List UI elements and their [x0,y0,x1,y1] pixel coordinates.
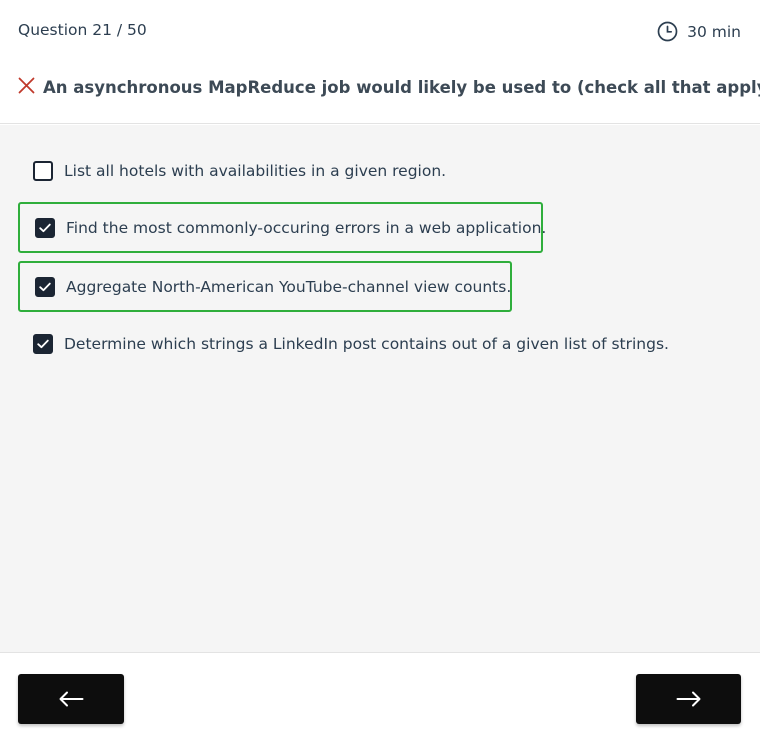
question-text: An asynchronous MapReduce job would like… [43,78,760,97]
question-counter: Question 21 / 50 [18,21,147,39]
option-label: List all hotels with availabilities in a… [64,161,447,180]
option-label: Find the most commonly-occuring errors i… [66,218,547,237]
answer-options: List all hotels with availabilities in a… [0,125,760,653]
question-header: Question 21 / 50 30 min An asynchronous … [0,0,760,124]
check-icon [37,339,49,348]
option-3[interactable]: Aggregate North-American YouTube-channel… [18,261,512,312]
option-label: Aggregate North-American YouTube-channel… [66,277,512,296]
arrow-left-icon [59,691,84,707]
clock-icon [657,21,678,42]
check-icon [39,223,51,232]
arrow-right-icon [676,691,700,707]
checkbox-unchecked[interactable] [33,160,53,181]
navigation-footer [0,654,760,741]
checkbox-checked[interactable] [35,217,55,238]
checkbox-checked[interactable] [33,333,53,354]
timer-label: 30 min [687,22,741,41]
question: An asynchronous MapReduce job would like… [18,77,760,98]
option-4[interactable]: Determine which strings a LinkedIn post … [18,318,669,369]
next-button[interactable] [636,674,741,724]
option-label: Determine which strings a LinkedIn post … [64,334,669,353]
previous-button[interactable] [18,674,124,724]
option-1[interactable]: List all hotels with availabilities in a… [18,145,446,196]
x-icon [18,77,35,98]
option-2[interactable]: Find the most commonly-occuring errors i… [18,202,547,253]
timer: 30 min [657,21,741,42]
checkbox-checked[interactable] [35,276,55,297]
check-icon [39,282,51,291]
